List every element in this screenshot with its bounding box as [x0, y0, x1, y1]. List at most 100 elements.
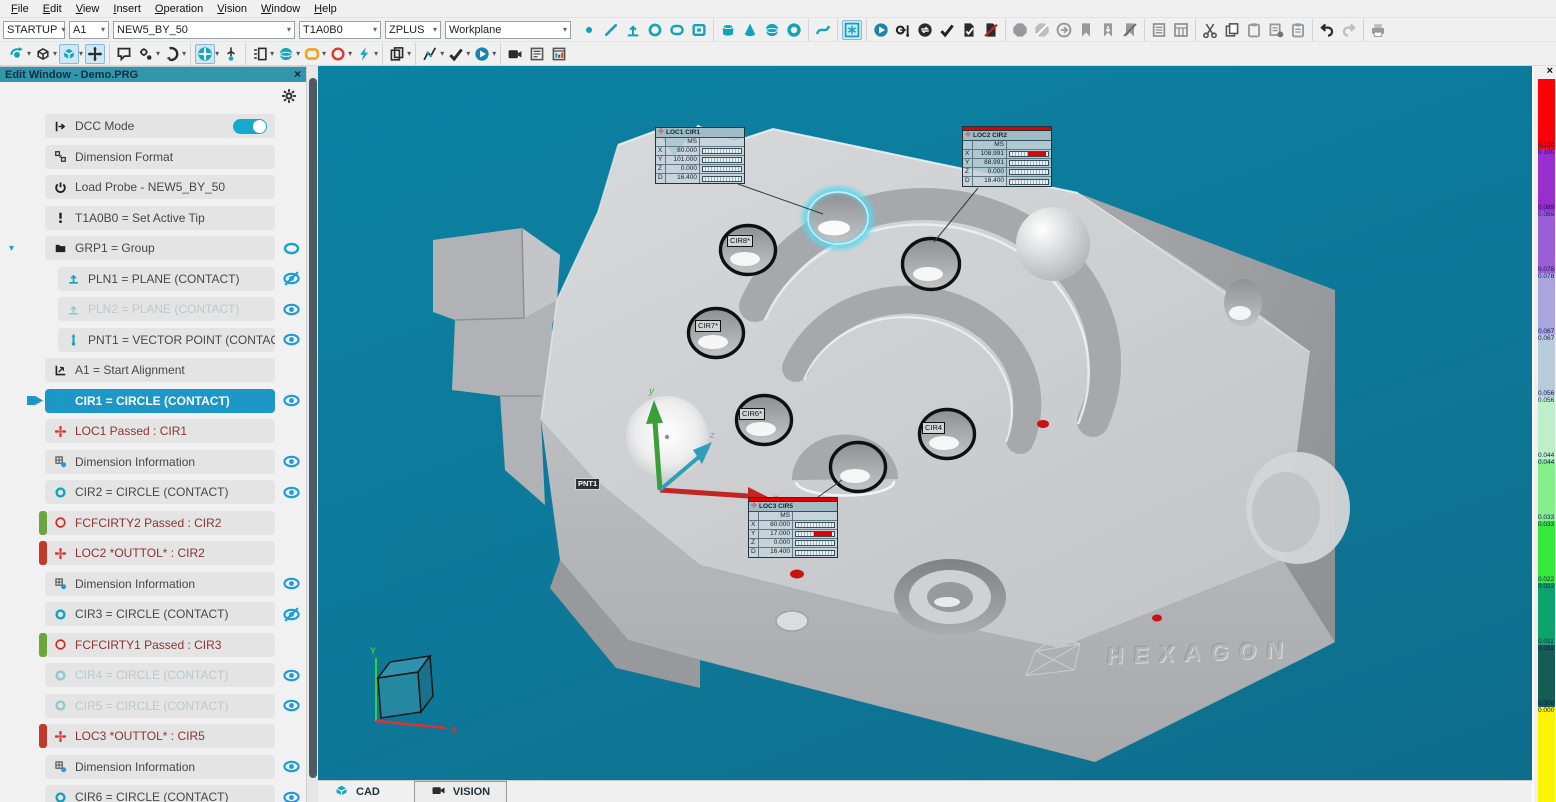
eye-open-icon[interactable]	[282, 759, 301, 774]
feature-marker-cir6[interactable]: CIR6*	[739, 408, 765, 420]
program-combo[interactable]: STARTUP▾	[3, 21, 65, 39]
nav-wheel-icon[interactable]	[195, 44, 215, 64]
chevron-down-icon[interactable]: ▾	[440, 49, 444, 58]
menu-help[interactable]: Help	[307, 3, 344, 15]
eye-slash-icon[interactable]	[282, 271, 301, 286]
eye-open-icon[interactable]	[282, 790, 301, 802]
menu-window[interactable]: Window	[254, 3, 307, 15]
edit-row-cir1[interactable]: CIR1 = CIRCLE (CONTACT)	[45, 389, 275, 413]
feature-marker-pnt1[interactable]: PNT1	[575, 478, 600, 490]
edit-row-dimension[interactable]: Dimension Information	[45, 755, 275, 779]
edit-row-cir2[interactable]: CIR2 = CIRCLE (CONTACT)	[45, 480, 275, 504]
doc-check-icon[interactable]	[959, 20, 979, 40]
chevron-down-icon[interactable]: ▾	[79, 49, 83, 58]
feature-label-loc3-cir5[interactable]: LOC3 CIR5MSX80.000Y17.000Z0.000D16.400	[748, 497, 838, 558]
edit-row-pln2[interactable]: PLN2 = PLANE (CONTACT)	[58, 297, 275, 321]
mark-done-icon[interactable]	[446, 44, 466, 64]
edit-row-loc2[interactable]: LOC2 *OUTTOL* : CIR2	[45, 541, 275, 565]
path-lines-icon[interactable]	[420, 44, 440, 64]
menu-view[interactable]: View	[69, 3, 107, 15]
eye-open-icon[interactable]	[282, 302, 301, 317]
close-icon[interactable]: ×	[294, 69, 301, 80]
eye-open-icon[interactable]	[282, 485, 301, 500]
copy-icon[interactable]	[1222, 20, 1242, 40]
cone-icon[interactable]	[740, 20, 760, 40]
eye-ring-icon[interactable]	[282, 241, 301, 256]
edit-row-loc1[interactable]: LOC1 Passed : CIR1	[45, 419, 275, 443]
view-cube[interactable]: Y X	[370, 646, 457, 735]
feature-marker-cir4[interactable]: CIR4	[922, 422, 945, 434]
report-grid-icon[interactable]	[1171, 20, 1191, 40]
solid-view-icon[interactable]	[59, 44, 79, 64]
stop-icon[interactable]	[1010, 20, 1030, 40]
chevron-down-icon[interactable]: ▾	[322, 49, 326, 58]
eye-open-icon[interactable]	[282, 576, 301, 591]
sphere-feature-icon[interactable]	[276, 44, 296, 64]
execute-from-point-icon[interactable]	[893, 20, 913, 40]
report-window-icon[interactable]	[549, 44, 569, 64]
comment-icon[interactable]	[114, 44, 134, 64]
edit-row-dimension[interactable]: Dimension Format	[45, 145, 275, 169]
eye-open-icon[interactable]	[282, 454, 301, 469]
workplane-combo[interactable]: ZPLUS▾	[385, 21, 441, 39]
scrollbar-thumb[interactable]	[309, 78, 317, 778]
edit-row-fcfcirty2[interactable]: FCFCIRTY2 Passed : CIR2	[45, 511, 275, 535]
execute-icon[interactable]	[871, 20, 891, 40]
edit-row-fcfcirty1[interactable]: FCFCIRTY1 Passed : CIR3	[45, 633, 275, 657]
chevron-down-icon[interactable]: ▾	[296, 49, 300, 58]
alignment-combo[interactable]: A1▾	[69, 21, 109, 39]
feature-list-icon[interactable]	[250, 44, 270, 64]
plane-icon[interactable]	[623, 20, 643, 40]
cylinder-icon[interactable]	[718, 20, 738, 40]
eye-open-icon[interactable]	[282, 668, 301, 683]
chevron-down-icon[interactable]: ▾	[374, 49, 378, 58]
edit-row-loc3[interactable]: LOC3 *OUTTOL* : CIR5	[45, 724, 275, 748]
chevron-down-icon[interactable]: ▾	[270, 49, 274, 58]
chevron-down-icon[interactable]: ▾	[182, 49, 186, 58]
circle-feature-icon[interactable]	[328, 44, 348, 64]
paste-icon[interactable]	[1244, 20, 1264, 40]
active-tip-combo[interactable]: T1A0B0▾	[299, 21, 381, 39]
bookmark-insert-icon[interactable]	[1098, 20, 1118, 40]
pan-icon[interactable]	[85, 44, 105, 64]
round-slot-icon[interactable]	[667, 20, 687, 40]
gear-icon[interactable]	[281, 88, 297, 104]
clipboard-grid-icon[interactable]	[1288, 20, 1308, 40]
sphere-icon[interactable]	[762, 20, 782, 40]
chevron-down-icon[interactable]: ▾	[53, 49, 57, 58]
print-icon[interactable]	[1368, 20, 1388, 40]
feature-marker-cir7[interactable]: CIR7*	[695, 320, 721, 332]
edit-row-cir5[interactable]: CIR5 = CIRCLE (CONTACT)	[45, 694, 275, 718]
chevron-down-icon[interactable]: ▾	[156, 49, 160, 58]
torus-icon[interactable]	[784, 20, 804, 40]
rotate-d-icon[interactable]	[162, 44, 182, 64]
feature-label-loc1-cir1[interactable]: LOC1 CIR1MSX80.000Y101.000Z0.000D16.400	[655, 127, 745, 184]
doc-cancel-icon[interactable]	[981, 20, 1001, 40]
edit-row-dimension[interactable]: Dimension Information	[45, 450, 275, 474]
auto-feature-icon[interactable]	[842, 20, 862, 40]
square-slot-icon[interactable]	[689, 20, 709, 40]
dcc-mode-toggle[interactable]	[233, 119, 267, 134]
undo-icon[interactable]	[1317, 20, 1337, 40]
cut-icon[interactable]	[1200, 20, 1220, 40]
edit-row-pln1[interactable]: PLN1 = PLANE (CONTACT)	[58, 267, 275, 291]
paste-special-icon[interactable]	[1266, 20, 1286, 40]
loop-icon[interactable]	[915, 20, 935, 40]
edit-row-a1[interactable]: A1 = Start Alignment	[45, 358, 275, 382]
mark-icon[interactable]	[937, 20, 957, 40]
redo-icon[interactable]	[1339, 20, 1359, 40]
edit-row-cir4[interactable]: CIR4 = CIRCLE (CONTACT)	[45, 663, 275, 687]
bookmark-icon[interactable]	[1076, 20, 1096, 40]
chevron-down-icon[interactable]: ▾	[466, 49, 470, 58]
edit-row-dimension[interactable]: Dimension Information	[45, 572, 275, 596]
camera-icon[interactable]	[505, 44, 525, 64]
view-cube-icon[interactable]	[33, 44, 53, 64]
chevron-down-icon[interactable]: ▾	[348, 49, 352, 58]
edit-row-t1a0b0[interactable]: T1A0B0 = Set Active Tip	[45, 206, 275, 230]
chevron-down-icon[interactable]: ▾	[27, 49, 31, 58]
menu-operation[interactable]: Operation	[148, 3, 210, 15]
point-icon[interactable]	[579, 20, 599, 40]
slot-feature-icon[interactable]	[302, 44, 322, 64]
curve-icon[interactable]	[813, 20, 833, 40]
edit-row-load[interactable]: Load Probe - NEW5_BY_50	[45, 175, 275, 199]
